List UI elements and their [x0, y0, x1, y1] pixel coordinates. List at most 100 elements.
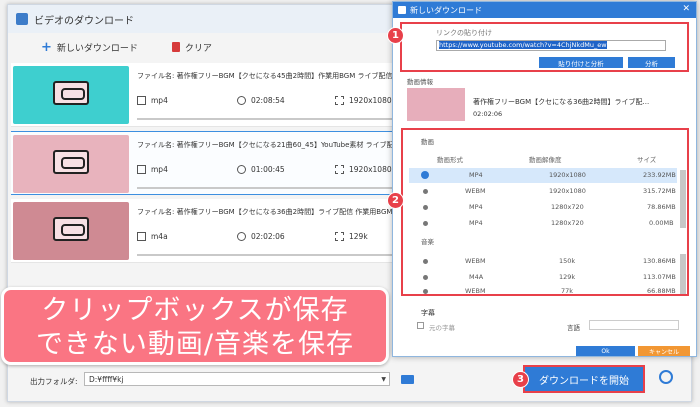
- folder-icon[interactable]: [401, 375, 414, 384]
- promo-banner: クリップボックスが保存 できない動画/音楽を保存: [1, 287, 389, 365]
- selected-check-icon: [421, 171, 429, 179]
- alarm-icon[interactable]: [659, 370, 673, 384]
- video-format: mp4: [151, 96, 168, 105]
- option-size: 113.07MB: [643, 273, 676, 281]
- video-duration: 02:02:06: [251, 232, 285, 241]
- video-thumbnail: [13, 135, 129, 193]
- radio-icon: [423, 275, 428, 280]
- clear-button[interactable]: クリア: [171, 41, 212, 54]
- info-duration: 02:02:06: [473, 110, 503, 118]
- download-start-button[interactable]: ダウンロードを開始: [523, 365, 645, 393]
- option-bitrate: 150k: [559, 257, 576, 265]
- video-duration: 01:00:45: [251, 165, 285, 174]
- col-format: 動画形式: [437, 156, 463, 164]
- format-icon: [137, 96, 146, 105]
- main-title: ビデオのダウンロード: [34, 15, 134, 27]
- new-download-label: 新しいダウンロード: [56, 43, 138, 54]
- new-download-dialog: 新しいダウンロード ✕ 1 リンクの貼り付け https://www.youtu…: [387, 1, 697, 357]
- close-icon[interactable]: ✕: [682, 4, 690, 14]
- analyze-button[interactable]: 分析: [628, 57, 675, 68]
- audio-option-row[interactable]: WEBM 150k 130.86MB: [409, 254, 677, 269]
- option-format: WEBM: [465, 187, 486, 195]
- option-format: WEBM: [465, 257, 486, 265]
- video-row[interactable]: ファイル名: 著作権フリーBGM【クセになる45曲2時間】作業用BGM ライブ配…: [11, 63, 406, 127]
- plus-icon: +: [41, 39, 52, 55]
- clock-icon: [237, 165, 246, 174]
- video-duration: 02:08:54: [251, 96, 285, 105]
- cancel-button[interactable]: キャンセル: [638, 346, 690, 356]
- subtitle-checkbox[interactable]: [417, 322, 424, 329]
- video-resolution: 1920x1080: [349, 165, 392, 174]
- radio-icon: [423, 221, 428, 226]
- dialog-title: 新しいダウンロード: [410, 5, 482, 15]
- option-format: WEBM: [465, 287, 486, 295]
- video-option-row[interactable]: WEBM 1920x1080 315.72MB: [409, 184, 677, 199]
- video-resolution: 1920x1080: [349, 96, 392, 105]
- audio-scrollbar[interactable]: [680, 254, 686, 294]
- app-icon: [16, 13, 28, 25]
- clock-icon: [237, 232, 246, 241]
- original-subtitle-label: 元の字幕: [429, 324, 455, 332]
- option-size: 315.72MB: [643, 187, 676, 195]
- video-row[interactable]: ファイル名: 著作権フリーBGM【クセになる21曲60_45】YouTube素材…: [11, 131, 406, 195]
- video-row[interactable]: ファイル名: 著作権フリーBGM【クセになる36曲2時間】ライブ配信 作業用BG…: [11, 199, 406, 263]
- language-select[interactable]: [589, 320, 679, 330]
- video-option-row[interactable]: MP4 1280x720 78.86MB: [409, 200, 677, 215]
- video-section-label: 動画: [421, 138, 434, 146]
- option-resolution: 1920x1080: [549, 187, 586, 195]
- output-folder-label: 出力フォルダ:: [30, 377, 78, 386]
- option-format: MP4: [469, 219, 483, 227]
- video-format: mp4: [151, 165, 168, 174]
- option-resolution: 1280x720: [551, 219, 584, 227]
- option-format: MP4: [469, 203, 483, 211]
- option-format: M4A: [469, 273, 484, 281]
- option-size: 78.86MB: [647, 203, 676, 211]
- video-option-row[interactable]: MP4 1920x1080 233.92MB: [409, 168, 677, 183]
- audio-section-label: 音楽: [421, 238, 434, 246]
- cassette-icon: [53, 150, 89, 174]
- step-badge: 3: [512, 371, 529, 388]
- link-input[interactable]: https://www.youtube.com/watch?v=4ChjNkdM…: [436, 40, 666, 51]
- resolution-icon: [335, 165, 344, 174]
- option-size: 66.88MB: [647, 287, 676, 295]
- format-icon: [137, 165, 146, 174]
- video-thumbnail: [13, 202, 129, 260]
- resolution-icon: [335, 96, 344, 105]
- trash-icon: [171, 42, 180, 52]
- subtitle-section-label: 字幕: [421, 309, 435, 317]
- link-value: https://www.youtube.com/watch?v=4ChjNkdM…: [439, 41, 607, 49]
- video-scrollbar[interactable]: [680, 170, 686, 228]
- dialog-titlebar: 新しいダウンロード: [393, 2, 696, 18]
- progress-bar: [137, 118, 399, 120]
- info-name: 著作権フリーBGM【クセになる36曲2時間】ライブ配...: [473, 98, 650, 106]
- video-filename: ファイル名: 著作権フリーBGM【クセになる36曲2時間】ライブ配信 作業用BG…: [137, 208, 402, 216]
- banner-line-1: クリップボックスが保存: [41, 295, 349, 326]
- option-resolution: 1280x720: [551, 203, 584, 211]
- output-folder-field[interactable]: D:¥ffff¥kj ▼: [84, 372, 390, 386]
- video-info-label: 動画情報: [407, 78, 433, 86]
- video-resolution: 129k: [349, 232, 368, 241]
- video-thumbnail: [13, 66, 129, 124]
- radio-icon: [423, 259, 428, 264]
- banner-line-2: できない動画/音楽を保存: [35, 329, 355, 360]
- option-bitrate: 77k: [561, 287, 574, 295]
- audio-option-row[interactable]: M4A 129k 113.07MB: [409, 270, 677, 285]
- radio-icon: [423, 205, 428, 210]
- video-filename: ファイル名: 著作権フリーBGM【クセになる45曲2時間】作業用BGM ライブ配…: [137, 72, 402, 80]
- chevron-down-icon[interactable]: ▼: [381, 376, 386, 383]
- option-bitrate: 129k: [559, 273, 576, 281]
- radio-icon: [423, 289, 428, 294]
- step-badge: 1: [387, 27, 404, 44]
- option-size: 130.86MB: [643, 257, 676, 265]
- option-resolution: 1920x1080: [549, 171, 586, 179]
- video-filename: ファイル名: 著作権フリーBGM【クセになる21曲60_45】YouTube素材…: [137, 141, 402, 149]
- ok-button[interactable]: Ok: [576, 346, 635, 356]
- option-size: 0.00MB: [649, 219, 674, 227]
- audio-option-row[interactable]: WEBM 77k 66.88MB: [409, 284, 677, 295]
- video-option-row[interactable]: MP4 1280x720 0.00MB: [409, 216, 677, 231]
- radio-icon: [423, 189, 428, 194]
- paste-analyze-button[interactable]: 貼り付けと分析: [539, 57, 623, 68]
- video-list: ファイル名: 著作権フリーBGM【クセになる45曲2時間】作業用BGM ライブ配…: [11, 63, 406, 273]
- new-download-button[interactable]: + 新しいダウンロード: [41, 41, 138, 54]
- dialog-icon: [398, 6, 406, 14]
